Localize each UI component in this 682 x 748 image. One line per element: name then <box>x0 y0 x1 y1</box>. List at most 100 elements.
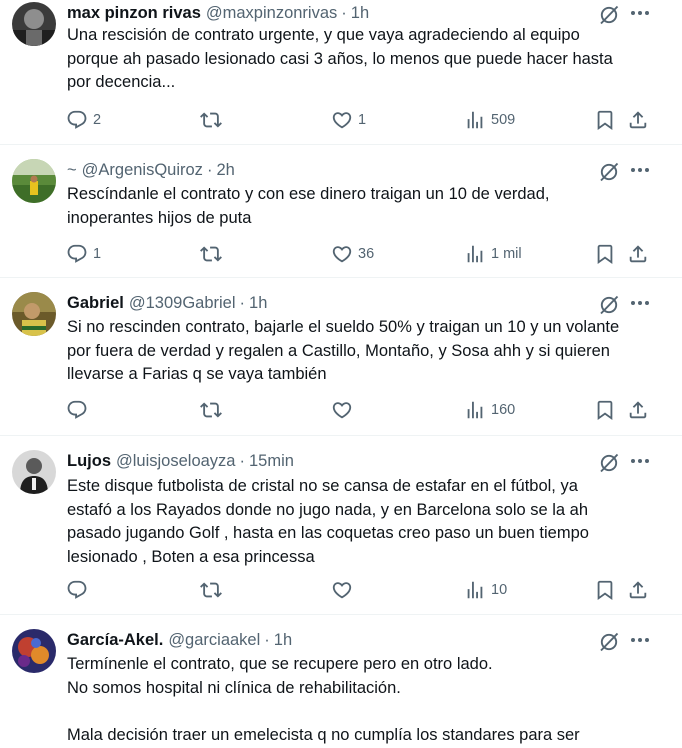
bookmark-icon <box>594 579 616 601</box>
repost-icon <box>200 399 222 421</box>
views-button[interactable]: 509 <box>464 108 515 132</box>
author-name[interactable]: García-Akel. <box>67 631 163 650</box>
tweet-text-line: Este disque futbolista de cristal no se … <box>67 477 578 495</box>
tweet-1[interactable]: max pinzon rivas @maxpinzonrivas · 1h Un… <box>0 0 682 145</box>
author-handle[interactable]: @1309Gabriel <box>129 294 236 313</box>
reply-button[interactable] <box>66 398 93 422</box>
like-icon <box>331 109 353 131</box>
avatar[interactable] <box>12 2 56 46</box>
author-prefix: ~ <box>67 160 77 179</box>
reply-icon <box>66 579 88 601</box>
author-handle[interactable]: @garciaakel <box>168 631 260 650</box>
author-name[interactable]: Lujos <box>67 452 111 471</box>
views-icon <box>464 109 486 131</box>
like-icon <box>331 399 353 421</box>
views-button[interactable]: 1 mil <box>464 242 522 266</box>
share-button[interactable] <box>627 398 649 422</box>
bookmark-icon <box>594 109 616 131</box>
bookmark-button[interactable] <box>594 578 616 602</box>
grok-icon[interactable] <box>597 160 621 184</box>
views-count: 160 <box>491 402 516 418</box>
repost-button[interactable] <box>200 242 227 266</box>
avatar[interactable] <box>12 159 56 203</box>
more-icon[interactable] <box>628 628 652 652</box>
timestamp[interactable]: 1h <box>274 631 292 650</box>
more-icon[interactable] <box>628 1 652 25</box>
author-handle[interactable]: @ArgenisQuiroz <box>82 161 203 180</box>
tweet-text-line: estafó a los Rayados donde no jugo nada,… <box>67 500 589 519</box>
avatar[interactable] <box>12 450 56 494</box>
repost-button[interactable] <box>200 398 227 422</box>
like-count: 36 <box>358 246 375 262</box>
tweet-5[interactable]: García-Akel. @garciaakel · 1h Termínenle… <box>0 615 682 748</box>
views-icon <box>464 399 486 421</box>
author-handle[interactable]: @maxpinzonrivas <box>206 4 337 23</box>
more-icon[interactable] <box>628 449 652 473</box>
tweet-4[interactable]: Lujos @luisjoseloayza · 15min Este disqu… <box>0 436 682 615</box>
share-icon <box>627 109 649 131</box>
share-button[interactable] <box>627 578 649 602</box>
bookmark-button[interactable] <box>594 242 616 266</box>
repost-button[interactable] <box>200 578 227 602</box>
tweet-text-line: No somos hospital ni clínica de rehabili… <box>67 678 401 697</box>
bookmark-icon <box>594 243 616 265</box>
tweet-text-line: por fuera de verdad y regalen a Castillo… <box>67 341 610 360</box>
grok-icon[interactable] <box>597 630 621 654</box>
tweet-text: Rescíndanle el contrato y con ese dinero… <box>67 183 667 230</box>
action-bar: 1 36 1 mil <box>64 242 664 266</box>
grok-icon[interactable] <box>597 293 621 317</box>
avatar[interactable] <box>12 629 56 673</box>
tweet-text-line: porque ah pasado lesionado casi 3 años, … <box>67 49 613 68</box>
tweet-text-line: Rescíndanle el contrato y con ese dinero… <box>67 185 550 203</box>
avatar[interactable] <box>12 292 56 336</box>
reply-count: 2 <box>93 112 102 128</box>
like-button[interactable]: 36 <box>331 242 374 266</box>
separator: · <box>341 3 347 22</box>
share-icon <box>627 243 649 265</box>
separator: · <box>239 451 245 470</box>
share-button[interactable] <box>627 108 649 132</box>
tweet-header: ~ @ArgenisQuiroz · 2h <box>67 159 235 181</box>
views-button[interactable]: 10 <box>464 578 507 602</box>
bookmark-button[interactable] <box>594 398 616 422</box>
like-button[interactable]: 1 <box>331 108 366 132</box>
tweet-text-line: Si no rescinden contrato, bajarle el sue… <box>67 318 620 336</box>
share-button[interactable] <box>627 242 649 266</box>
tweet-header: García-Akel. @garciaakel · 1h <box>67 629 292 651</box>
author-handle[interactable]: @luisjoseloayza <box>116 452 235 471</box>
views-icon <box>464 243 486 265</box>
share-icon <box>627 579 649 601</box>
tweet-text-line: por decencia... <box>67 73 176 91</box>
repost-icon <box>200 579 222 601</box>
views-count: 10 <box>491 582 508 598</box>
author-name[interactable]: Gabriel <box>67 294 124 313</box>
bookmark-button[interactable] <box>594 108 616 132</box>
timestamp[interactable]: 1h <box>351 4 369 23</box>
timestamp[interactable]: 1h <box>249 294 267 313</box>
tweet-2[interactable]: ~ @ArgenisQuiroz · 2h Rescíndanle el con… <box>0 145 682 278</box>
tweet-text: Este disque futbolista de cristal no se … <box>67 475 667 569</box>
reply-button[interactable] <box>66 578 93 602</box>
reply-button[interactable]: 1 <box>66 242 101 266</box>
tweet-3[interactable]: Gabriel @1309Gabriel · 1h Si no rescinde… <box>0 278 682 436</box>
author-name[interactable]: max pinzon rivas <box>67 4 201 23</box>
views-button[interactable]: 160 <box>464 398 515 422</box>
like-button[interactable] <box>331 578 358 602</box>
tweet-header: Gabriel @1309Gabriel · 1h <box>67 292 267 314</box>
more-icon[interactable] <box>628 291 652 315</box>
tweet-text-line: pasado jugando Golf , hasta en las coque… <box>67 524 589 542</box>
grok-icon[interactable] <box>597 451 621 475</box>
timestamp[interactable]: 2h <box>216 161 234 180</box>
like-icon <box>331 579 353 601</box>
more-icon[interactable] <box>628 158 652 182</box>
tweet-header: Lujos @luisjoseloayza · 15min <box>67 450 294 472</box>
tweet-header: max pinzon rivas @maxpinzonrivas · 1h <box>67 2 369 24</box>
repost-button[interactable] <box>200 108 227 132</box>
reply-button[interactable]: 2 <box>66 108 101 132</box>
tweet-text-line: Termínenle el contrato, que se recupere … <box>67 655 493 673</box>
action-bar: 2 1 509 <box>64 108 664 132</box>
tweet-text-line: lesionado , Boten a esa princessa <box>67 547 315 566</box>
timestamp[interactable]: 15min <box>249 452 294 471</box>
reply-icon <box>66 399 88 421</box>
like-button[interactable] <box>331 398 358 422</box>
